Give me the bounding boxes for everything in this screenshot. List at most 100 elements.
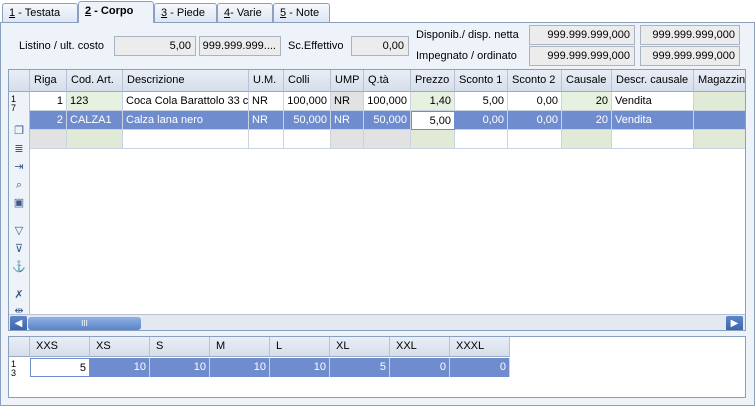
size-qty-xxxl[interactable]: 0 [450,358,510,377]
cell-sconto1[interactable]: 0,00 [455,111,508,130]
col-riga[interactable]: Riga [30,70,67,92]
list-icon[interactable]: ≣ [12,142,26,156]
col-size-xs[interactable]: XS [90,337,150,357]
cell-um[interactable]: NR [249,92,284,111]
cell-causale[interactable]: 20 [562,111,612,130]
col-descr-causale[interactable]: Descr. causale [612,70,694,92]
tab-label: - Varie [230,7,262,19]
cell-empty[interactable] [364,130,411,149]
cell-empty[interactable] [67,130,123,149]
filter-icon[interactable]: ▽ [12,224,26,238]
cell-descrizione[interactable]: Calza lana nero [123,111,249,130]
cell-empty[interactable] [411,130,455,149]
cell-qta[interactable]: 50,000 [364,111,411,130]
size-qty-xxs[interactable]: 5 [30,358,90,377]
scroll-thumb[interactable]: III [28,317,141,330]
col-descrizione[interactable]: Descrizione [123,70,249,92]
cell-sconto1[interactable]: 5,00 [455,92,508,111]
col-magazzino[interactable]: Magazzino [694,70,745,92]
tab-piede[interactable]: 3 - Piede [154,3,217,22]
cell-colli[interactable]: 50,000 [284,111,331,130]
col-size-s[interactable]: S [150,337,210,357]
scroll-left-button[interactable]: ◀ [10,316,27,330]
ordinato-field[interactable]: 999.999.999,000 [640,46,740,66]
cell-ump[interactable]: NR [331,92,364,111]
cell-empty[interactable] [284,130,331,149]
cell-descr-causale[interactable]: Vendita [612,111,694,130]
size-qty-xs[interactable]: 10 [90,358,150,377]
tab-varie[interactable]: 4- Varie [217,3,273,22]
col-causale[interactable]: Causale [562,70,612,92]
col-sconto2[interactable]: Sconto 2 [508,70,562,92]
cell-cod-art[interactable]: CALZA1 [67,111,123,130]
col-cod-art[interactable]: Cod. Art. [67,70,123,92]
cell-empty[interactable] [331,130,364,149]
cell-causale[interactable]: 20 [562,92,612,111]
col-colli[interactable]: Colli [284,70,331,92]
cell-descrizione[interactable]: Coca Cola Barattolo 33 cl [123,92,249,111]
col-ump[interactable]: UMP [331,70,364,92]
taglie-grid: XXS XS S M L XL XXL XXXL 13 5 10 10 10 1… [8,336,746,398]
cell-empty[interactable] [612,130,694,149]
col-size-xxxl[interactable]: XXXL [450,337,510,357]
cell-empty[interactable] [455,130,508,149]
sc-effettivo-field[interactable]: 0,00 [351,36,409,56]
col-size-xxl[interactable]: XXL [390,337,450,357]
cell-empty[interactable] [694,130,745,149]
cell-cod-art[interactable]: 123 [67,92,123,111]
sizes-corner [9,337,30,357]
col-size-l[interactable]: L [270,337,330,357]
delete-column-icon[interactable]: ✗ [12,288,26,302]
disponib-label: Disponib./ disp. netta [416,29,519,41]
col-prezzo[interactable]: Prezzo [411,70,455,92]
cell-prezzo-editing[interactable]: 5,00 [411,111,455,130]
scroll-right-button[interactable]: ▶ [726,316,743,330]
size-qty-xxl[interactable]: 0 [390,358,450,377]
cell-empty[interactable] [249,130,284,149]
disp-netta-field[interactable]: 999.999.999,000 [640,25,740,45]
col-size-xl[interactable]: XL [330,337,390,357]
cell-riga[interactable]: 2 [30,111,67,130]
insert-row-icon[interactable]: ⇥ [12,160,26,174]
anchor-icon[interactable]: ⚓ [12,260,26,274]
col-size-m[interactable]: M [210,337,270,357]
listino-field[interactable]: 5,00 [114,36,196,56]
size-qty-m[interactable]: 10 [210,358,270,377]
cell-empty[interactable] [508,130,562,149]
cell-qta[interactable]: 100,000 [364,92,411,111]
cell-sconto2[interactable]: 0,00 [508,111,562,130]
col-um[interactable]: U.M. [249,70,284,92]
filter-clear-icon[interactable]: ⊽ [12,242,26,256]
tab-testata[interactable]: 1 - Testata [2,3,78,22]
cell-riga[interactable]: 1 [30,92,67,111]
cell-magazzino[interactable] [694,111,745,130]
size-qty-l[interactable]: 10 [270,358,330,377]
cell-magazzino[interactable] [694,92,745,111]
impegnato-label: Impegnato / ordinato [416,50,517,62]
cell-um[interactable]: NR [249,111,284,130]
col-sconto1[interactable]: Sconto 1 [455,70,508,92]
tab-label: - Note [286,7,320,19]
cell-empty[interactable] [30,130,67,149]
copy-row-icon[interactable]: ❐ [12,124,26,138]
col-size-xxs[interactable]: XXS [30,337,90,357]
tab-corpo[interactable]: 2 - Corpo [78,1,154,23]
zoom-icon[interactable]: ⌕ [12,178,26,192]
detail-icon[interactable]: ▣ [12,196,26,210]
size-qty-s[interactable]: 10 [150,358,210,377]
cell-prezzo[interactable]: 1,40 [411,92,455,111]
cell-empty[interactable] [562,130,612,149]
cell-ump[interactable]: NR [331,111,364,130]
cell-sconto2[interactable]: 0,00 [508,92,562,111]
impegnato-field[interactable]: 999.999.999,000 [529,46,635,66]
cell-descr-causale[interactable]: Vendita [612,92,694,111]
size-qty-xl[interactable]: 5 [330,358,390,377]
col-qta[interactable]: Q.tà [364,70,411,92]
cell-colli[interactable]: 100,000 [284,92,331,111]
horizontal-scrollbar[interactable]: ◀ III ▶ [9,314,745,330]
sizes-count-bottom: 3 [11,368,17,378]
cell-empty[interactable] [123,130,249,149]
ult-costo-field[interactable]: 999.999.999.... [199,36,281,56]
tab-note[interactable]: 5 - Note [273,3,330,22]
disponib-field[interactable]: 999.999.999,000 [529,25,635,45]
